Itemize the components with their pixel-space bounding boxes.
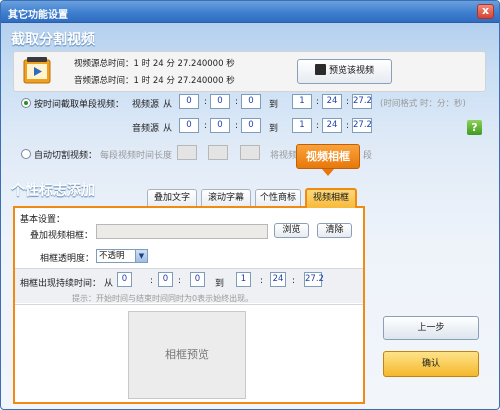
clear-button[interactable]: 清除 bbox=[317, 223, 352, 238]
audio-end-minute[interactable]: 24 bbox=[322, 118, 342, 133]
video-start-minute[interactable]: 0 bbox=[210, 94, 230, 109]
colon: : bbox=[204, 121, 208, 131]
to-label: 到 bbox=[269, 124, 279, 134]
from-label: 从 bbox=[163, 100, 173, 110]
video-total-time: 视频源总时间：1 时 24 分 27.240000 秒 bbox=[74, 59, 235, 69]
segment-length-label: 每段视频时间长度 bbox=[100, 151, 173, 161]
colon: : bbox=[316, 121, 320, 131]
opacity-value: 不透明 bbox=[99, 251, 125, 261]
tooltip-arrow bbox=[322, 169, 334, 176]
colon: : bbox=[260, 276, 264, 286]
to-label: 到 bbox=[269, 100, 279, 110]
colon: : bbox=[292, 276, 296, 286]
frame-overlay-label: 叠加视频相框： bbox=[30, 231, 94, 241]
colon: : bbox=[178, 276, 182, 286]
video-end-second[interactable]: 27.2 bbox=[352, 94, 372, 109]
duration-start-minute[interactable]: 0 bbox=[158, 272, 173, 287]
frame-preview-box: 相框预览 bbox=[128, 311, 246, 399]
duration-hint: 提示：开始时间与结束时间同时为0表示始终出现。 bbox=[72, 294, 254, 303]
to-label: 到 bbox=[215, 279, 225, 289]
radio-single-segment[interactable] bbox=[21, 98, 31, 108]
window-title: 其它功能设置 bbox=[8, 10, 68, 21]
audio-start-minute[interactable]: 0 bbox=[210, 118, 230, 133]
colon: : bbox=[235, 121, 239, 131]
colon: : bbox=[150, 276, 154, 286]
radio-auto-cut[interactable] bbox=[21, 149, 31, 159]
previous-step-button[interactable]: 上一步 bbox=[383, 316, 479, 340]
browse-button[interactable]: 浏览 bbox=[274, 223, 309, 238]
colon: : bbox=[204, 97, 208, 107]
audio-end-second[interactable]: 27.2 bbox=[352, 118, 372, 133]
single-segment-label: 按时间截取单段视频： bbox=[34, 100, 125, 110]
close-button[interactable]: x bbox=[477, 4, 494, 19]
chevron-down-icon[interactable]: ▼ bbox=[135, 250, 147, 262]
duration-label: 相框出现持续时间： bbox=[20, 279, 102, 289]
duration-start-hour[interactable]: 0 bbox=[117, 272, 132, 287]
segments-suffix-label: 段 bbox=[363, 151, 373, 161]
video-source-label: 视频源 bbox=[132, 100, 160, 110]
audio-start-second[interactable]: 0 bbox=[241, 118, 261, 133]
audio-start-hour[interactable]: 0 bbox=[179, 118, 199, 133]
video-end-hour[interactable]: 1 bbox=[292, 94, 312, 109]
segment-length-hour bbox=[177, 145, 197, 160]
tab-scrolling-subtitle[interactable]: 滚动字幕 bbox=[201, 189, 251, 207]
tab-overlay-text[interactable]: 叠加文字 bbox=[147, 189, 197, 207]
basic-settings-label: 基本设置： bbox=[20, 215, 66, 225]
duration-end-second[interactable]: 27.2 bbox=[304, 272, 324, 287]
from-label: 从 bbox=[104, 279, 114, 289]
segment-length-second bbox=[240, 145, 260, 160]
video-start-second[interactable]: 0 bbox=[241, 94, 261, 109]
time-format-hint: (时间格式 时：分：秒) bbox=[380, 99, 466, 109]
opacity-select[interactable]: 不透明 ▼ bbox=[96, 249, 148, 263]
audio-end-hour[interactable]: 1 bbox=[292, 118, 312, 133]
duration-start-second[interactable]: 0 bbox=[190, 272, 205, 287]
video-start-hour[interactable]: 0 bbox=[179, 94, 199, 109]
video-file-icon bbox=[23, 57, 51, 84]
preview-video-icon bbox=[314, 64, 326, 75]
from-label: 从 bbox=[163, 124, 173, 134]
video-end-minute[interactable]: 24 bbox=[322, 94, 342, 109]
preview-video-button[interactable]: 预览该视频 bbox=[297, 59, 392, 84]
auto-cut-label: 自动切割视频： bbox=[34, 151, 98, 161]
colon: : bbox=[346, 97, 350, 107]
duration-end-minute[interactable]: 24 bbox=[270, 272, 286, 287]
help-icon[interactable]: ? bbox=[467, 120, 482, 135]
frame-path-input[interactable] bbox=[96, 224, 268, 239]
title-bar[interactable]: 其它功能设置 x bbox=[1, 1, 499, 23]
colon: : bbox=[316, 97, 320, 107]
tab-video-frame[interactable]: 视频相框 bbox=[305, 188, 357, 208]
audio-total-time: 音频源总时间：1 时 24 分 27.240000 秒 bbox=[74, 76, 235, 86]
section-title-logo: 个性标志添加 bbox=[11, 183, 95, 199]
tab-tooltip: 视频相框 bbox=[296, 144, 360, 169]
section-title-cut-video: 截取分割视频 bbox=[11, 32, 95, 48]
tab-custom-logo[interactable]: 个性商标 bbox=[255, 189, 301, 207]
audio-source-label: 音频源 bbox=[132, 124, 160, 134]
split-into-label: 将视频 bbox=[270, 151, 298, 161]
confirm-button[interactable]: 确认 bbox=[383, 351, 479, 377]
opacity-label: 相框透明度： bbox=[40, 254, 95, 264]
colon: : bbox=[235, 97, 239, 107]
segment-length-minute bbox=[208, 145, 228, 160]
duration-end-hour[interactable]: 1 bbox=[236, 272, 251, 287]
divider bbox=[15, 304, 363, 305]
colon: : bbox=[346, 121, 350, 131]
